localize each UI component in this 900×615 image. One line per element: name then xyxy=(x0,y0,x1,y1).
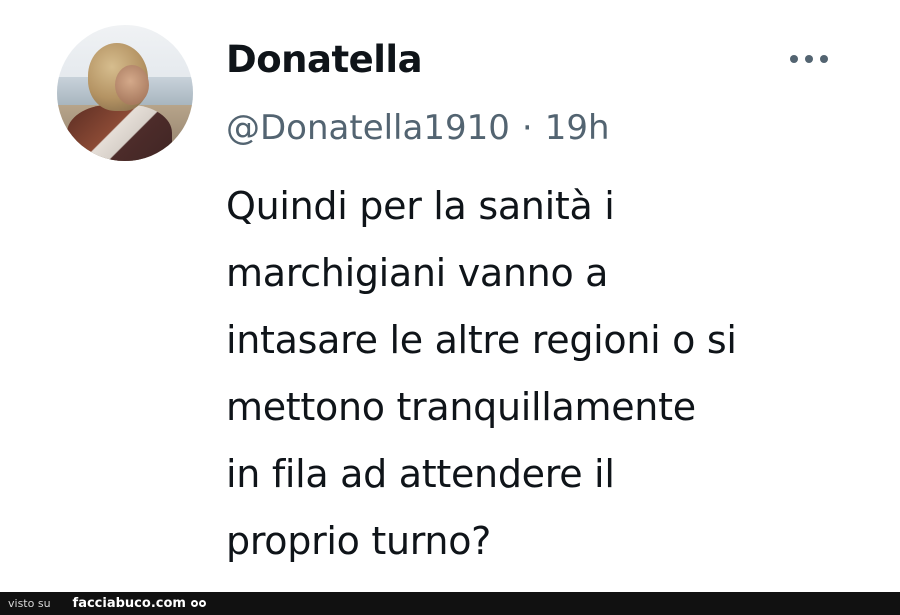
avatar-shirt xyxy=(67,105,172,161)
more-options-button[interactable] xyxy=(782,46,836,72)
tweet-text: Quindi per la sanità i marchigiani vanno… xyxy=(226,184,737,563)
eyes-logo-icon xyxy=(190,600,206,607)
avatar-face xyxy=(115,65,149,105)
eye-right-icon xyxy=(198,600,206,607)
author-handle[interactable]: @Donatella1910 xyxy=(226,101,510,155)
ellipsis-icon xyxy=(790,55,798,63)
ellipsis-icon xyxy=(820,55,828,63)
visto-su-label: visto su xyxy=(8,597,51,610)
meta-separator: · xyxy=(521,108,533,148)
eye-left-icon xyxy=(190,600,198,607)
user-avatar[interactable] xyxy=(57,25,193,161)
tweet-meta: @Donatella1910 · 19h xyxy=(226,101,610,155)
tweet-card: Donatella @Donatella1910 · 19h Quindi pe… xyxy=(0,0,900,592)
author-display-name[interactable]: Donatella xyxy=(226,34,423,86)
watermark-footer: visto su facciabuco.com xyxy=(0,592,900,615)
tweet-timestamp[interactable]: 19h xyxy=(545,101,610,155)
site-name: facciabuco.com xyxy=(72,596,186,611)
ellipsis-icon xyxy=(805,55,813,63)
